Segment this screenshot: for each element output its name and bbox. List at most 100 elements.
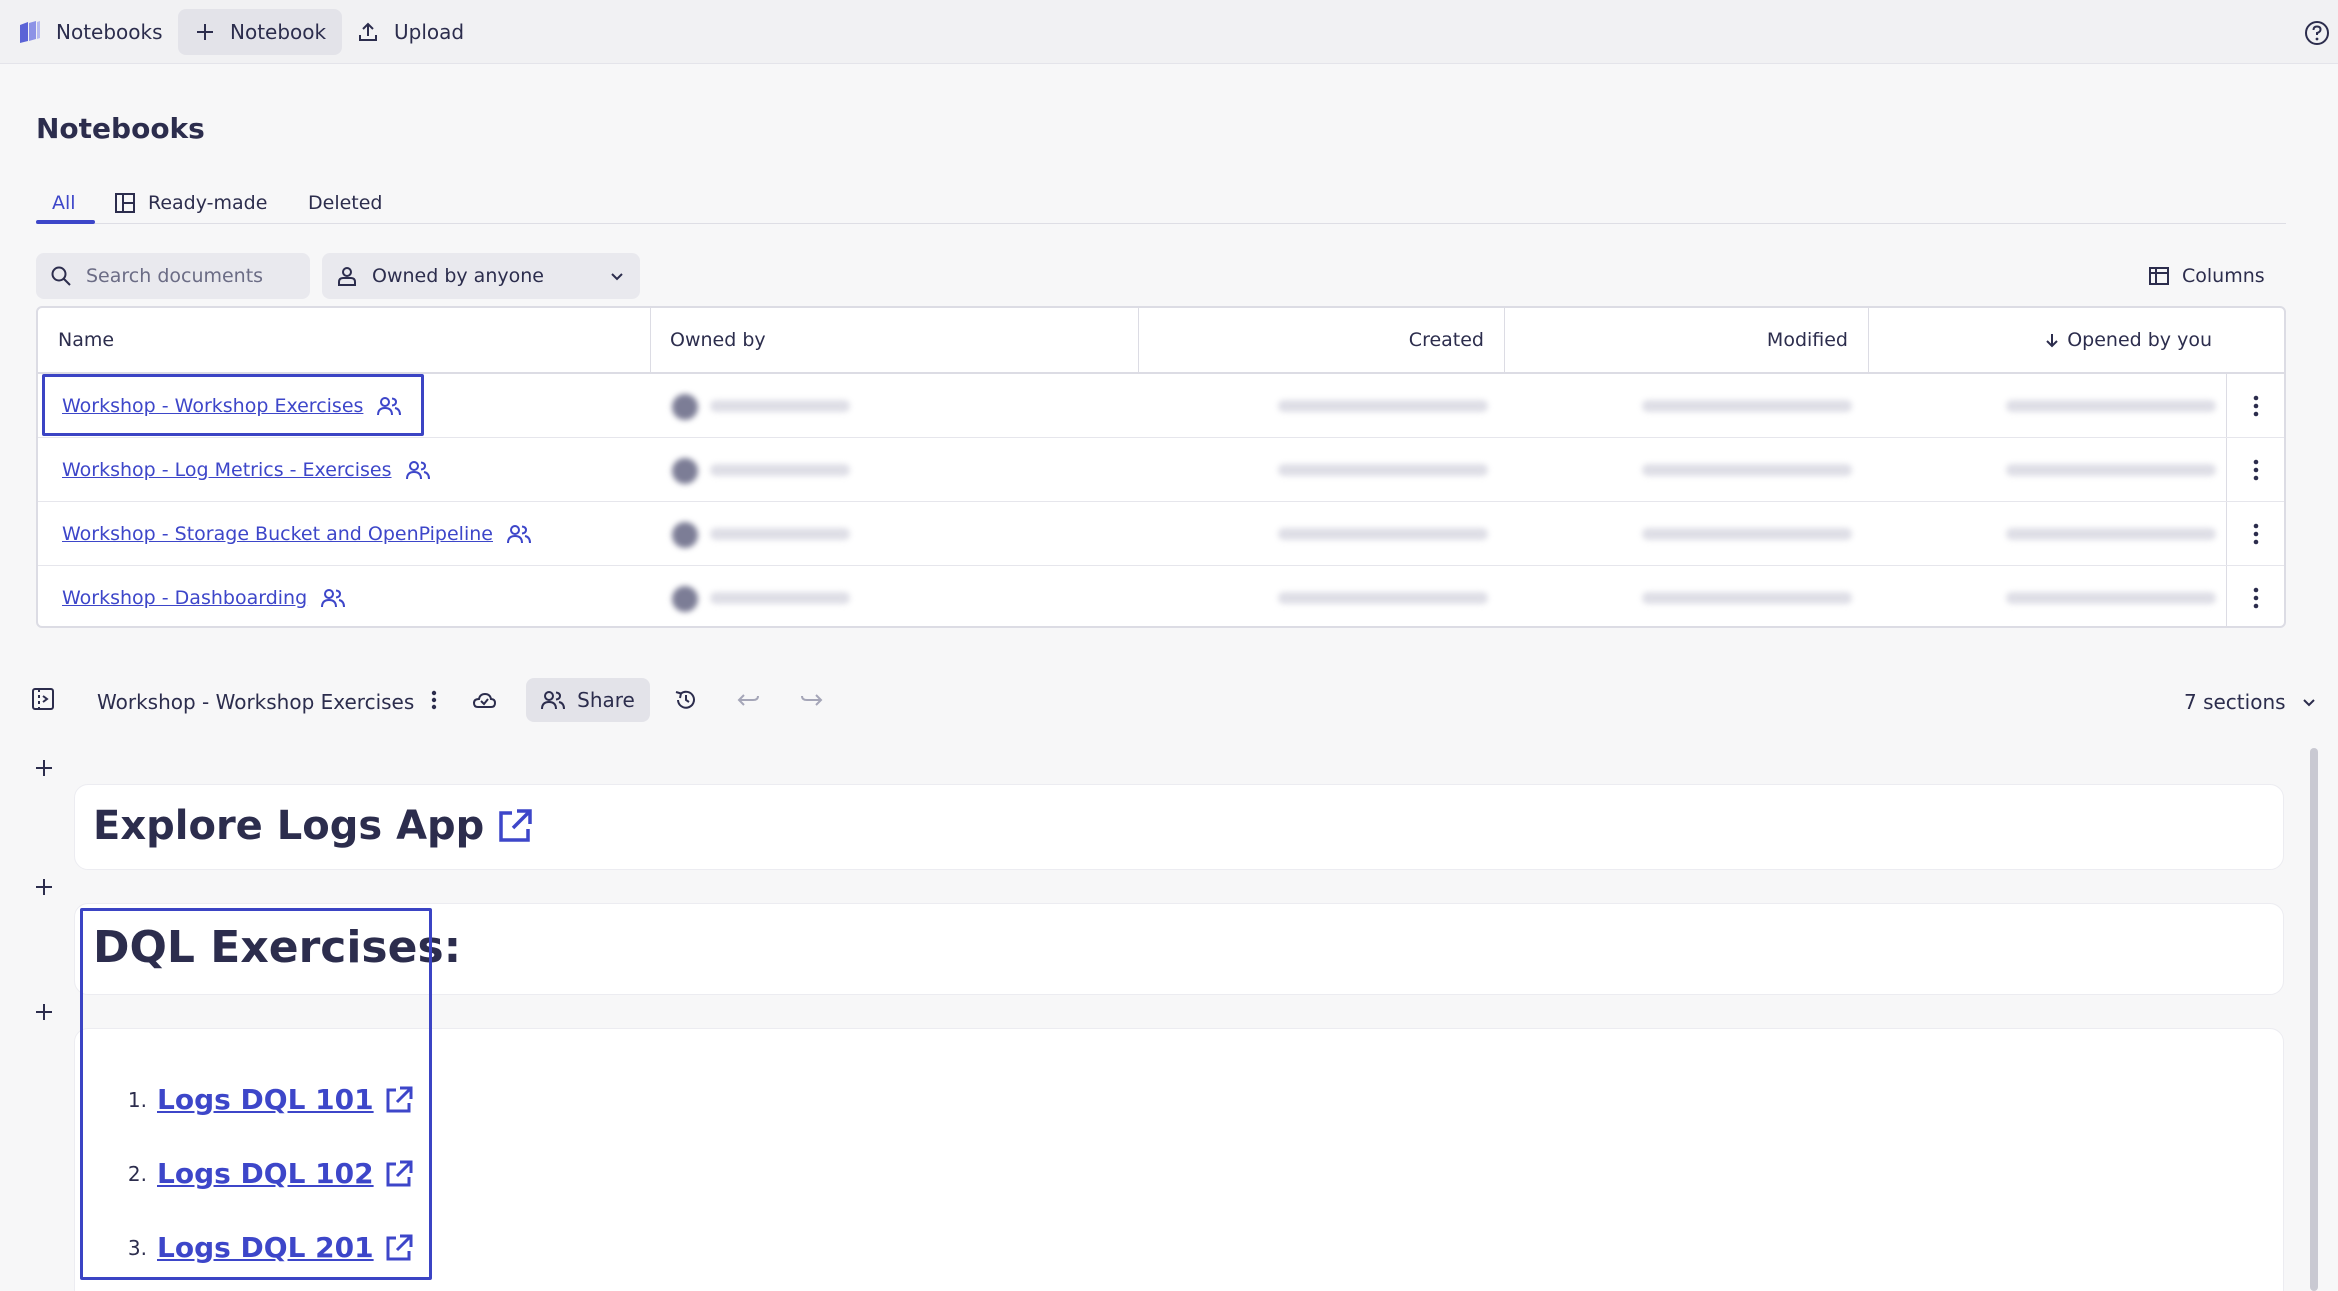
row-actions-cell (2226, 566, 2284, 626)
active-tab-indicator (36, 220, 95, 224)
name-cell: Workshop - Storage Bucket and OpenPipeli… (62, 502, 531, 566)
modified-redacted (1642, 528, 1852, 540)
modified-redacted (1642, 592, 1852, 604)
tab-ready-made[interactable]: Ready-made (114, 183, 267, 223)
column-header-name[interactable]: Name (38, 308, 650, 372)
history-icon[interactable] (672, 686, 700, 714)
notebooks-table: Name Owned by Created Modified Opened by… (36, 306, 2286, 628)
toggle-outline-icon[interactable] (30, 686, 58, 714)
notebook-link[interactable]: Workshop - Storage Bucket and OpenPipeli… (62, 523, 493, 545)
notebook-title-label: Workshop - Workshop Exercises (97, 690, 415, 714)
highlight-box (42, 374, 424, 436)
help-icon[interactable] (2304, 20, 2330, 46)
highlight-box (80, 908, 432, 1280)
column-header-modified[interactable]: Modified (1504, 308, 1868, 372)
external-link-icon[interactable] (496, 807, 534, 845)
more-vertical-icon[interactable] (2244, 458, 2268, 482)
column-header-owned-by[interactable]: Owned by (650, 308, 1138, 372)
add-section-icon[interactable] (30, 754, 58, 782)
user-icon (338, 267, 356, 286)
new-notebook-button[interactable]: Notebook (178, 9, 343, 55)
cloud-sync-icon[interactable] (470, 686, 498, 714)
row-actions-cell (2226, 502, 2284, 565)
column-header-opened-by-you[interactable]: Opened by you (1868, 308, 2232, 372)
created-redacted (1278, 464, 1488, 476)
sort-descending-icon (2046, 334, 2058, 348)
owner-filter-select[interactable]: Owned by anyone (322, 253, 640, 299)
created-redacted (1278, 592, 1488, 604)
owner-avatar (672, 394, 698, 420)
page-title: Notebooks (36, 112, 205, 145)
tab-deleted[interactable]: Deleted (308, 183, 383, 223)
more-vertical-icon[interactable] (422, 688, 446, 712)
section-heading-text: Explore Logs App (93, 803, 485, 849)
table-row[interactable]: Workshop - Dashboarding (38, 566, 2284, 626)
row-actions-cell (2226, 374, 2284, 437)
opened-redacted (2006, 592, 2216, 604)
upload-icon (359, 22, 377, 41)
table-row[interactable]: Workshop - Log Metrics - Exercises (38, 438, 2284, 502)
redo-icon[interactable] (798, 688, 824, 712)
column-header-created[interactable]: Created (1138, 308, 1504, 372)
column-header-name-label: Name (58, 329, 115, 351)
modified-redacted (1642, 464, 1852, 476)
more-vertical-icon[interactable] (2244, 522, 2268, 546)
add-section-icon[interactable] (30, 998, 58, 1026)
more-vertical-icon[interactable] (2244, 586, 2268, 610)
chevron-down-icon (611, 273, 623, 281)
modified-redacted (1642, 400, 1852, 412)
column-header-created-label: Created (1408, 329, 1484, 351)
opened-redacted (2006, 464, 2216, 476)
tab-deleted-label: Deleted (308, 192, 383, 214)
notebooks-app-icon (20, 21, 40, 43)
notebooks-app-label: Notebooks (56, 20, 163, 44)
owner-name-redacted (710, 400, 850, 412)
table-row[interactable]: Workshop - Storage Bucket and OpenPipeli… (38, 502, 2284, 566)
owner-name-redacted (710, 592, 850, 604)
tab-ready-made-label: Ready-made (148, 192, 268, 214)
owner-avatar (672, 458, 698, 484)
columns-button[interactable]: Columns (2148, 258, 2265, 294)
sections-dropdown[interactable]: 7 sections (2184, 680, 2318, 724)
markdown-section[interactable]: Explore Logs App (74, 784, 2284, 870)
shared-users-icon (321, 589, 346, 608)
created-redacted (1278, 528, 1488, 540)
tab-all-label: All (52, 192, 76, 214)
opened-redacted (2006, 400, 2216, 412)
columns-label: Columns (2182, 265, 2265, 287)
owner-name-redacted (710, 464, 850, 476)
name-cell: Workshop - Log Metrics - Exercises (62, 438, 430, 502)
name-cell: Workshop - Dashboarding (62, 566, 346, 626)
notebook-link[interactable]: Workshop - Log Metrics - Exercises (62, 459, 392, 481)
search-placeholder: Search documents (86, 265, 264, 287)
chevron-down-icon (2302, 699, 2315, 707)
tab-all[interactable]: All (52, 183, 76, 223)
row-actions-cell (2226, 438, 2284, 501)
more-vertical-icon[interactable] (2244, 394, 2268, 418)
column-header-owned-by-label: Owned by (670, 329, 766, 351)
users-icon (541, 691, 566, 710)
tabs-divider (36, 223, 2286, 224)
notebook-link[interactable]: Workshop - Dashboarding (62, 587, 307, 609)
section-heading: Explore Logs App (93, 803, 534, 849)
column-header-modified-label: Modified (1766, 329, 1848, 351)
shared-users-icon (506, 525, 531, 544)
search-icon (51, 266, 71, 286)
add-section-icon[interactable] (30, 873, 58, 901)
opened-redacted (2006, 528, 2216, 540)
search-input[interactable]: Search documents (36, 253, 310, 299)
plus-icon (197, 24, 213, 40)
notebooks-app-button[interactable]: Notebooks (0, 9, 179, 55)
owner-avatar (672, 586, 698, 612)
upload-button[interactable]: Upload (340, 9, 480, 55)
table-columns-icon (2149, 267, 2169, 285)
undo-icon[interactable] (736, 688, 762, 712)
share-button[interactable]: Share (526, 678, 650, 722)
new-notebook-label: Notebook (230, 20, 327, 44)
owner-name-redacted (710, 528, 850, 540)
owner-avatar (672, 522, 698, 548)
editor-scrollbar[interactable] (2310, 748, 2318, 1291)
shared-users-icon (405, 461, 430, 480)
sections-label: 7 sections (2184, 690, 2286, 714)
notebook-title[interactable]: Workshop - Workshop Exercises (97, 680, 414, 724)
